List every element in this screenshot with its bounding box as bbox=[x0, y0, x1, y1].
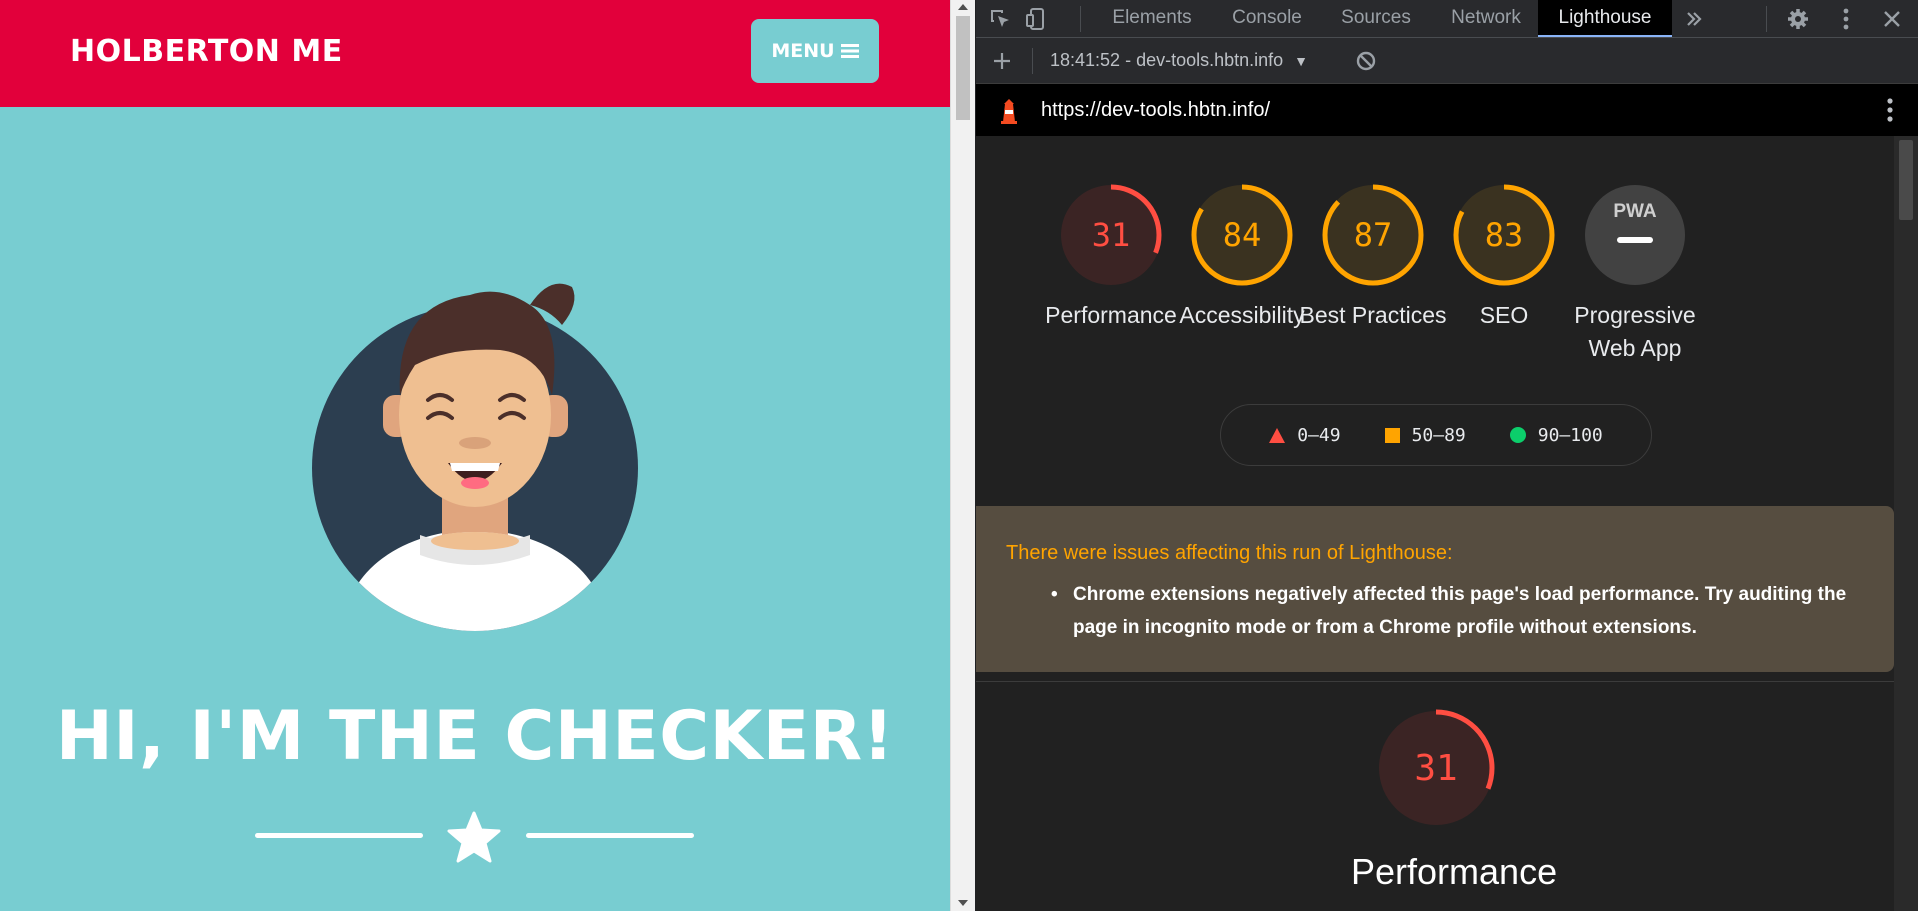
avatar-illustration bbox=[312, 283, 638, 631]
gauge-progressive-web-app[interactable]: PWA Progressive Web App bbox=[1555, 181, 1715, 365]
menu-label: MENU bbox=[771, 40, 835, 62]
triangle-icon bbox=[1269, 427, 1286, 443]
gauge-score: 87 bbox=[1354, 216, 1393, 254]
warning-item: • Chrome extensions negatively affected … bbox=[1051, 578, 1851, 644]
menu-button[interactable]: MENU bbox=[751, 19, 879, 83]
gauge-score: 83 bbox=[1485, 216, 1524, 254]
performance-section-title: Performance bbox=[1351, 851, 1558, 892]
legend-range: 0–49 bbox=[1297, 424, 1341, 446]
more-options-icon[interactable] bbox=[1832, 5, 1860, 33]
tabbar-separator bbox=[1080, 6, 1081, 32]
section-divider bbox=[976, 681, 1894, 682]
dropdown-arrow-icon: ▼ bbox=[1294, 53, 1309, 69]
tabbar-separator bbox=[1766, 6, 1767, 32]
site-navbar: HOLBERTON ME MENU bbox=[0, 0, 950, 107]
gauge-label: Progressive Web App bbox=[1574, 302, 1696, 361]
device-toolbar-icon[interactable] bbox=[1022, 5, 1050, 33]
warning-box: There were issues affecting this run of … bbox=[976, 506, 1894, 672]
gauge-background bbox=[1585, 185, 1685, 285]
close-icon[interactable] bbox=[1878, 5, 1906, 33]
lighthouse-logo-icon bbox=[1001, 99, 1017, 124]
hero-title: HI, I'M THE CHECKER! bbox=[55, 697, 895, 776]
toolbar-separator bbox=[1032, 48, 1033, 74]
score-legend: 0–49 50–89 90–100 bbox=[1220, 404, 1652, 466]
gauge-ring: 84 bbox=[1191, 184, 1293, 286]
site-scrollbar-thumb[interactable] bbox=[956, 16, 970, 120]
devtools-tabbar: Elements Console Sources Network Lightho… bbox=[976, 0, 1918, 38]
clear-reports-icon[interactable] bbox=[1352, 47, 1380, 75]
scroll-up-arrow-icon[interactable] bbox=[958, 4, 968, 10]
scroll-down-arrow-icon[interactable] bbox=[958, 900, 968, 906]
tab-sources[interactable]: Sources bbox=[1326, 0, 1426, 37]
legend-item-pass: 90–100 bbox=[1509, 424, 1603, 446]
legend-range: 50–89 bbox=[1411, 424, 1466, 446]
site-brand[interactable]: HOLBERTON ME bbox=[70, 34, 343, 69]
report-selector-label: 18:41:52 - dev-tools.hbtn.info bbox=[1050, 50, 1284, 70]
gauge-ring: 87 bbox=[1322, 184, 1424, 286]
tab-network[interactable]: Network bbox=[1434, 0, 1538, 37]
add-report-icon[interactable] bbox=[988, 47, 1016, 75]
devtools-panel: Elements Console Sources Network Lightho… bbox=[976, 0, 1918, 911]
warning-list: • Chrome extensions negatively affected … bbox=[1051, 578, 1851, 644]
legend-range: 90–100 bbox=[1537, 424, 1603, 446]
gauge-ring: 31 bbox=[1060, 184, 1162, 286]
hamburger-icon bbox=[840, 44, 859, 58]
tab-lighthouse[interactable]: Lighthouse bbox=[1538, 0, 1672, 37]
inspect-element-icon[interactable] bbox=[986, 5, 1014, 33]
report-scrollbar[interactable] bbox=[1894, 136, 1918, 911]
performance-section-gauge[interactable]: 31 Performance bbox=[1351, 708, 1558, 893]
star-icon bbox=[447, 811, 501, 863]
report-url[interactable]: https://dev-tools.hbtn.info/ bbox=[1041, 99, 1270, 122]
gauge-score: 84 bbox=[1223, 216, 1262, 254]
divider-line-right bbox=[526, 833, 694, 838]
tab-console[interactable]: Console bbox=[1216, 0, 1318, 37]
tab-elements[interactable]: Elements bbox=[1096, 0, 1208, 37]
settings-gear-icon[interactable] bbox=[1784, 5, 1812, 33]
performance-gauge-ring: 31 bbox=[1377, 709, 1495, 827]
warning-item-text: Chrome extensions negatively affected th… bbox=[1073, 584, 1847, 638]
gauge-ring: 83 bbox=[1453, 184, 1555, 286]
report-scrollbar-thumb[interactable] bbox=[1899, 140, 1913, 220]
website-viewport: HOLBERTON ME MENU HI, I'M THE CHECKER! bbox=[0, 0, 950, 911]
report-url-bar: https://dev-tools.hbtn.info/ bbox=[976, 84, 1918, 136]
pwa-badge-text: PWA bbox=[1613, 201, 1657, 222]
site-scrollbar[interactable] bbox=[950, 0, 975, 911]
legend-item-fail: 0–49 bbox=[1269, 424, 1341, 446]
lighthouse-report: 31 Performance 84 Accessibility 87 Best Pract… bbox=[976, 136, 1894, 911]
bullet-icon: • bbox=[1051, 584, 1058, 605]
lighthouse-toolbar: 18:41:52 - dev-tools.hbtn.info ▼ bbox=[976, 38, 1918, 84]
circle-icon bbox=[1509, 427, 1526, 443]
gauge-score: 31 bbox=[1414, 748, 1457, 789]
more-tabs-icon[interactable] bbox=[1680, 5, 1708, 33]
legend-item-average: 50–89 bbox=[1384, 424, 1466, 446]
warning-title: There were issues affecting this run of … bbox=[1006, 542, 1453, 564]
square-icon bbox=[1384, 427, 1400, 443]
divider-line-left bbox=[255, 833, 423, 838]
pwa-dash-icon bbox=[1617, 237, 1653, 243]
report-menu-icon[interactable] bbox=[1876, 96, 1904, 124]
gauge-ring: PWA bbox=[1585, 185, 1685, 285]
report-selector[interactable]: 18:41:52 - dev-tools.hbtn.info ▼ bbox=[1050, 50, 1308, 71]
gauge-score: 31 bbox=[1092, 216, 1131, 254]
